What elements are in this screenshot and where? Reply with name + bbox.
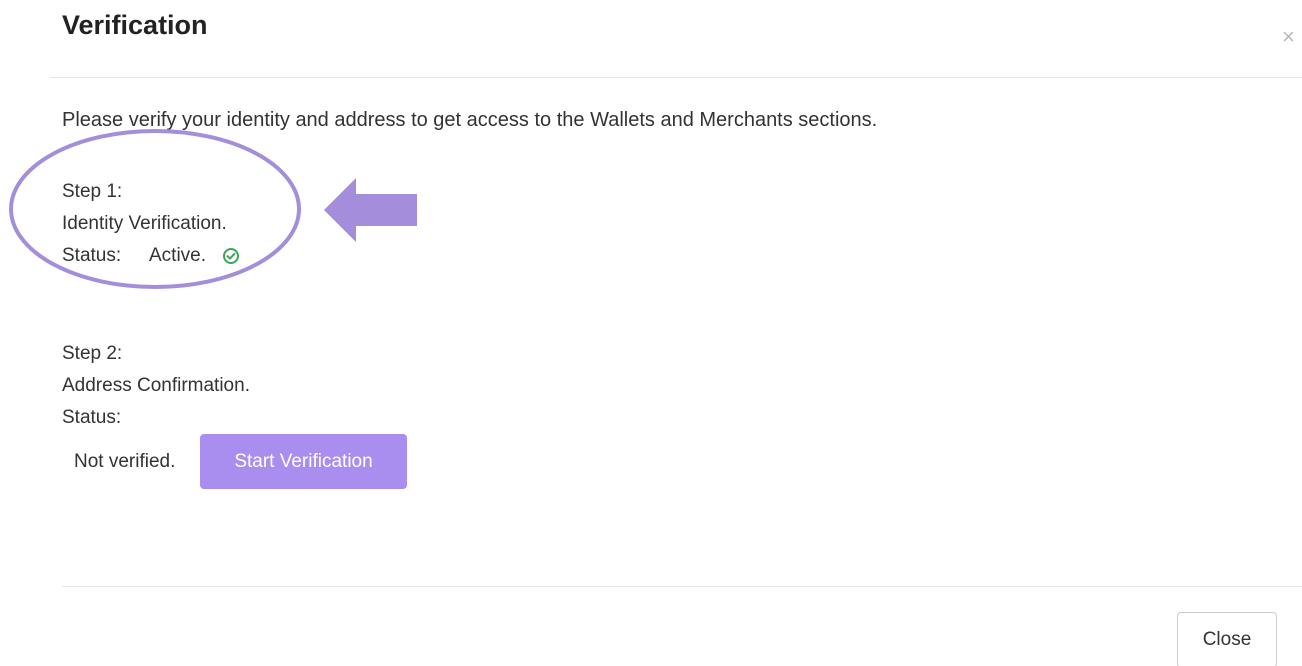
step2-label: Step 2: xyxy=(62,343,123,364)
intro-text: Please verify your identity and address … xyxy=(62,109,878,131)
step2-name: Address Confirmation. xyxy=(62,375,250,396)
footer-divider xyxy=(62,586,1302,587)
step1-status-value: Active. xyxy=(149,245,207,266)
step2-status-value: Not verified. xyxy=(74,451,176,472)
close-button[interactable]: Close xyxy=(1177,612,1277,666)
step1-status-label: Status: xyxy=(62,245,122,266)
header-divider xyxy=(50,77,1302,78)
check-circle-icon xyxy=(223,248,239,264)
annotation-arrow-icon xyxy=(324,178,417,242)
step1-label: Step 1: xyxy=(62,181,123,202)
verification-modal: Verification × Please verify your identi… xyxy=(0,0,1302,666)
step2-status-label: Status: xyxy=(62,407,122,428)
close-icon[interactable]: × xyxy=(1282,26,1295,48)
start-verification-button[interactable]: Start Verification xyxy=(200,434,407,489)
step1-name: Identity Verification. xyxy=(62,213,227,234)
modal-title: Verification xyxy=(62,10,208,40)
